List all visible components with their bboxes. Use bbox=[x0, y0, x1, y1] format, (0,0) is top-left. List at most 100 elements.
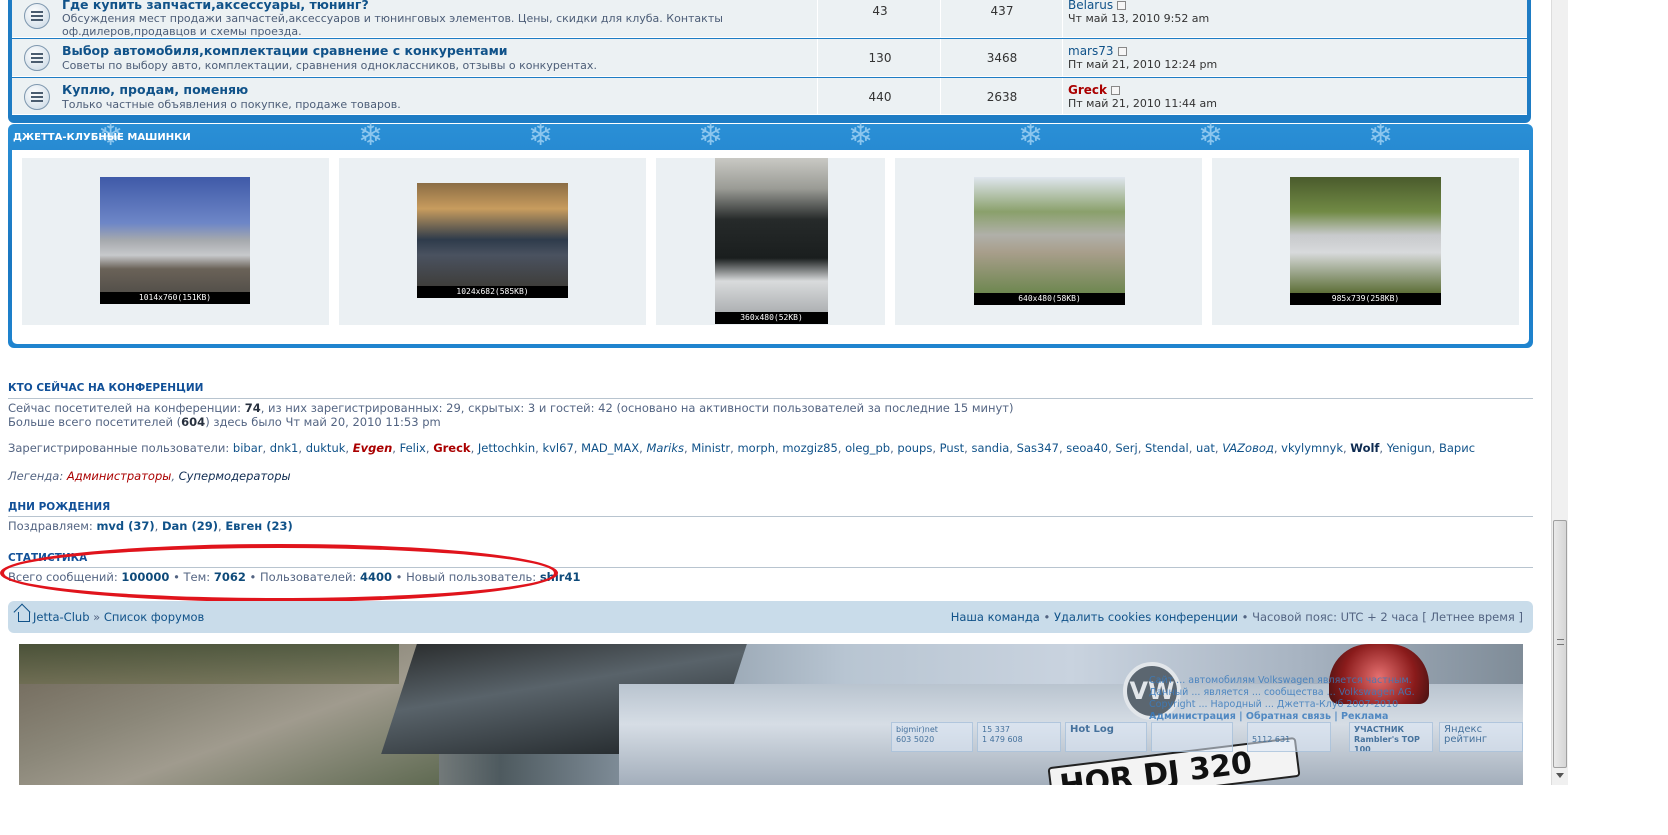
car-photo-thumbnail[interactable]: 1014x760(151KB) bbox=[100, 177, 250, 304]
last-post-user[interactable]: Belarus bbox=[1068, 0, 1127, 12]
last-post-date: Пт май 21, 2010 12:24 pm bbox=[1068, 58, 1218, 71]
copyright-text: Сайт ... автомобилям Volkswagen является… bbox=[1149, 675, 1412, 686]
online-user-link[interactable]: Варис bbox=[1439, 441, 1475, 455]
car-photo-thumbnail[interactable]: 1024x682(585KB) bbox=[417, 183, 568, 298]
forum-page: Где купить запчасти,аксессуары, тюнинг? … bbox=[0, 0, 1668, 835]
online-user-link[interactable]: Sas347 bbox=[1017, 441, 1059, 455]
forum-title-link[interactable]: Куплю, продам, поменяю bbox=[62, 82, 248, 97]
online-user-link[interactable]: mozgiz85 bbox=[782, 441, 837, 455]
footer-banner: VW HOR DJ 320 Сайт ... автомобилям Volks… bbox=[19, 644, 1523, 785]
forum-read-icon bbox=[24, 84, 50, 110]
counter-badge[interactable]: 5112 631 bbox=[1247, 722, 1331, 752]
online-user-link[interactable]: Mariks bbox=[646, 441, 684, 455]
last-post-user[interactable]: Greck bbox=[1068, 83, 1120, 97]
legend-moderators-link[interactable]: Супермодераторы bbox=[179, 469, 291, 483]
birthdays-line: Поздравляем: mvd (37), Dan (29), Евген (… bbox=[8, 519, 293, 533]
counter-badge[interactable] bbox=[1151, 722, 1233, 752]
online-user-link[interactable]: Greck bbox=[433, 441, 470, 455]
copyright-text: Copyright ... Народный ... Джетта-Клуб 2… bbox=[1149, 699, 1399, 710]
timezone-label: Часовой пояс: UTC + 2 часа [ Летнее врем… bbox=[1252, 610, 1523, 624]
view-latest-post-icon[interactable] bbox=[1117, 47, 1127, 56]
photo-size-caption: 360x480(52KB) bbox=[715, 312, 828, 324]
rambler-top100-badge[interactable]: УЧАСТНИК Rambler's TOP 100 bbox=[1349, 722, 1433, 752]
online-user-link[interactable]: uat bbox=[1196, 441, 1215, 455]
navbar-links: Наша команда • Удалить cookies конференц… bbox=[950, 610, 1523, 624]
forum-list-link[interactable]: Список форумов bbox=[104, 610, 204, 624]
footer-links[interactable]: Администрация | Обратная связь | Реклама bbox=[1149, 711, 1388, 722]
online-user-link[interactable]: vkylymnyk bbox=[1281, 441, 1343, 455]
online-user-link[interactable]: VAZовод bbox=[1222, 441, 1274, 455]
last-post-date: Чт май 13, 2010 9:52 am bbox=[1068, 12, 1210, 25]
team-link[interactable]: Наша команда bbox=[951, 610, 1040, 624]
online-record-line: Больше всего посетителей (604) здесь был… bbox=[8, 415, 441, 429]
birthday-user-link[interactable]: mvd (37) bbox=[96, 519, 154, 533]
forum-description: Обсуждения мест продажи запчастей,аксесс… bbox=[62, 12, 723, 38]
birthdays-heading: ДНИ РОЖДЕНИЯ bbox=[8, 501, 111, 513]
posts-count: 437 bbox=[990, 4, 1014, 18]
car-photo-thumbnail[interactable]: 360x480(52KB) bbox=[715, 158, 828, 324]
forum-row: Куплю, продам, поменяю Только частные об… bbox=[12, 78, 1527, 115]
posts-count: 2638 bbox=[986, 90, 1018, 104]
online-user-link[interactable]: sandia bbox=[971, 441, 1009, 455]
online-user-link[interactable]: poups bbox=[897, 441, 932, 455]
car-photo-thumbnail[interactable]: 640x480(58KB) bbox=[974, 177, 1125, 305]
scroll-down-arrow-icon[interactable] bbox=[1556, 773, 1564, 778]
online-user-link[interactable]: MAD_MAX bbox=[581, 441, 639, 455]
gallery-title: ДЖЕТТА-КЛУБНЫЕ МАШИНКИ bbox=[13, 132, 191, 143]
delete-cookies-link[interactable]: Удалить cookies конференции bbox=[1054, 610, 1238, 624]
forum-title-link[interactable]: Выбор автомобиля,комплектации сравнение … bbox=[62, 43, 508, 58]
vertical-scrollbar[interactable] bbox=[1551, 0, 1568, 785]
forum-read-icon bbox=[24, 3, 50, 29]
counter-badge[interactable]: bigmir)net 603 5020 bbox=[891, 722, 973, 752]
online-user-link[interactable]: dnk1 bbox=[270, 441, 299, 455]
breadcrumb: Jetta-Club » Список форумов bbox=[18, 610, 204, 624]
online-user-link[interactable]: duktuk bbox=[306, 441, 346, 455]
online-user-link[interactable]: kvl67 bbox=[542, 441, 573, 455]
online-user-link[interactable]: morph bbox=[737, 441, 775, 455]
last-post-user[interactable]: mars73 bbox=[1068, 44, 1127, 58]
gallery-cell: 640x480(58KB) bbox=[895, 158, 1202, 325]
topics-count: 43 bbox=[872, 4, 888, 18]
topics-count: 130 bbox=[868, 51, 892, 65]
birthday-user-link[interactable]: Евген (23) bbox=[225, 519, 292, 533]
online-user-link[interactable]: Jettochkin bbox=[478, 441, 535, 455]
forum-description: Советы по выбору авто, комплектации, сра… bbox=[62, 59, 597, 72]
gallery-cell: 360x480(52KB) bbox=[656, 158, 885, 325]
online-user-link[interactable]: Stendal bbox=[1145, 441, 1189, 455]
counter-badge[interactable]: 15 337 1 479 608 bbox=[977, 722, 1061, 752]
online-user-link[interactable]: Wolf bbox=[1350, 441, 1379, 455]
online-user-link[interactable]: Yenigun bbox=[1387, 441, 1432, 455]
online-user-link[interactable]: Serj bbox=[1115, 441, 1137, 455]
gallery-cell: 985x739(258KB) bbox=[1212, 158, 1519, 325]
online-user-link[interactable]: bibar bbox=[233, 441, 263, 455]
car-photo-thumbnail[interactable]: 985x739(258KB) bbox=[1290, 177, 1441, 305]
online-user-link[interactable]: seoa40 bbox=[1066, 441, 1108, 455]
copyright-text: Данный ... является ... сообщества ... V… bbox=[1149, 687, 1415, 698]
photo-size-caption: 1014x760(151KB) bbox=[100, 292, 250, 304]
online-user-link[interactable]: Ministr bbox=[691, 441, 730, 455]
red-highlight-ellipse bbox=[0, 544, 558, 602]
online-user-link[interactable]: Felix bbox=[400, 441, 426, 455]
home-link[interactable]: Jetta-Club bbox=[33, 610, 90, 624]
view-latest-post-icon[interactable] bbox=[1111, 86, 1120, 95]
yandex-rating-badge[interactable]: Яндекс рейтинг bbox=[1439, 722, 1523, 752]
photo-size-caption: 1024x682(585KB) bbox=[417, 286, 568, 298]
forum-description: Только частные объявления о покупке, про… bbox=[62, 98, 401, 111]
online-now-line: Сейчас посетителей на конференции: 74, и… bbox=[8, 401, 1014, 415]
birthday-user-link[interactable]: Dan (29) bbox=[162, 519, 218, 533]
legend-admins-link[interactable]: Администраторы bbox=[67, 469, 171, 483]
gallery-cell: 1024x682(585KB) bbox=[339, 158, 646, 325]
online-user-link[interactable]: oleg_pb bbox=[845, 441, 890, 455]
view-latest-post-icon[interactable] bbox=[1117, 1, 1127, 10]
scrollbar-thumb[interactable] bbox=[1553, 520, 1567, 768]
registered-users-line: Зарегистрированные пользователи: bibar, … bbox=[8, 441, 1476, 455]
forum-read-icon bbox=[24, 45, 50, 71]
forum-title-link[interactable]: Где купить запчасти,аксессуары, тюнинг? bbox=[62, 0, 369, 12]
online-user-link[interactable]: Pust bbox=[940, 441, 965, 455]
forum-list: Где купить запчасти,аксессуары, тюнинг? … bbox=[8, 0, 1531, 123]
photo-size-caption: 985x739(258KB) bbox=[1290, 293, 1441, 305]
counter-badge[interactable]: Hot Log bbox=[1065, 722, 1147, 752]
online-user-link[interactable]: Evgen bbox=[353, 441, 393, 455]
photo-size-caption: 640x480(58KB) bbox=[974, 293, 1125, 305]
legend-line: Легенда: Администраторы, Супермодераторы bbox=[8, 469, 291, 483]
